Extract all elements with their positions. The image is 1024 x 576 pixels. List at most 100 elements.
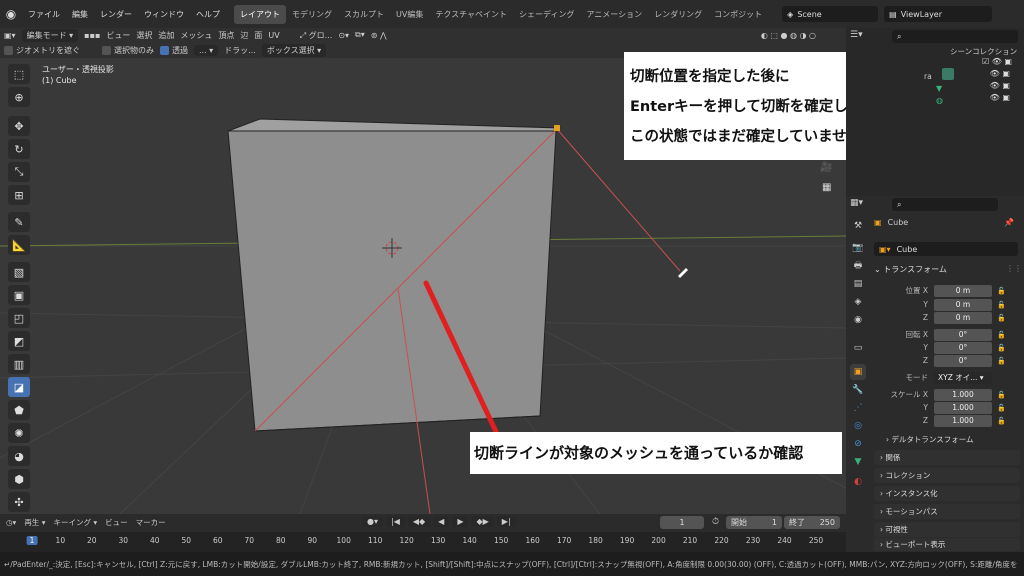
start-frame-field[interactable]: 開始 1 (726, 516, 782, 529)
occlude-geometry-toggle[interactable]: ジオメトリを遮ぐ (4, 45, 80, 56)
view-layer-selector[interactable]: ▤ ViewLayer (884, 6, 993, 22)
workspace-tab-uv[interactable]: UV編集 (390, 5, 429, 24)
output-tab-icon[interactable]: 🖶 (850, 258, 866, 274)
cursor-tool-icon[interactable]: ⊕ (8, 87, 30, 107)
loop-cut-tool-icon[interactable]: ▥ (8, 354, 30, 374)
poly-build-tool-icon[interactable]: ⬟ (8, 400, 30, 420)
scene-selector[interactable]: ◈ Scene (782, 6, 879, 22)
xray-toggle[interactable]: 透過 (160, 45, 188, 56)
panel-instancing[interactable]: › インスタンス化 (874, 486, 1020, 501)
panel-motion-paths[interactable]: › モーションパス (874, 504, 1020, 519)
menu-help[interactable]: ヘルプ (190, 9, 226, 20)
workspace-tab-rendering[interactable]: レンダリング (648, 5, 708, 24)
outliner-search[interactable]: ⌕ (892, 30, 1018, 43)
rotation-z-field[interactable]: 0° (934, 354, 992, 367)
prev-keyframe-button[interactable]: ◀◆ (407, 516, 431, 527)
rotation-mode-dropdown[interactable]: XYZ オイ... ▾ (934, 371, 992, 384)
lock-icon[interactable]: 🔓 (997, 331, 1007, 339)
viewport-menu-edge[interactable]: 辺 (240, 30, 248, 41)
lock-icon[interactable]: 🔓 (997, 417, 1007, 425)
location-y-field[interactable]: 0 m (934, 298, 992, 311)
next-keyframe-button[interactable]: ◆▶ (471, 516, 494, 527)
data-tab-icon[interactable]: ▼ (850, 454, 866, 470)
annotate-tool-icon[interactable]: ✎ (8, 212, 30, 232)
outliner-editor-icon[interactable]: ☰▾ (850, 30, 863, 40)
properties-search[interactable]: ⌕ (892, 198, 998, 211)
jump-end-button[interactable]: ▶| (496, 516, 516, 527)
scale-y-field[interactable]: 1.000 (934, 401, 992, 414)
collection-tab-icon[interactable]: ▭ (850, 340, 866, 356)
workspace-tab-layout[interactable]: レイアウト (234, 4, 286, 24)
rotation-x-field[interactable]: 0° (934, 328, 992, 341)
viewport-menu-mesh[interactable]: メッシュ (180, 30, 212, 41)
play-reverse-button[interactable]: ◀ (433, 516, 450, 527)
viewport-menu-select[interactable]: 選択 (136, 30, 152, 41)
viewport-menu-view[interactable]: ビュー (106, 30, 130, 41)
material-tab-icon[interactable]: ◐ (850, 474, 866, 490)
stopwatch-icon[interactable]: ⏱ (712, 517, 719, 527)
menu-window[interactable]: ウィンドウ (138, 9, 190, 20)
view-layer-tab-icon[interactable]: ▤ (850, 276, 866, 292)
move-tool-icon[interactable]: ✥ (8, 116, 30, 136)
grid-view-icon[interactable]: ▦ (822, 182, 831, 193)
smooth-tool-icon[interactable]: ◕ (8, 446, 30, 466)
menu-file[interactable]: ファイル (22, 9, 66, 20)
rotate-tool-icon[interactable]: ↻ (8, 139, 30, 159)
workspace-tab-sculpt[interactable]: スカルプト (338, 5, 390, 24)
panel-viewport-display[interactable]: › ビューポート表示 (874, 538, 1020, 551)
physics-tab-icon[interactable]: ◎ (850, 418, 866, 434)
selected-only-toggle[interactable]: 選択物のみ (102, 45, 154, 56)
transform-panel-header[interactable]: ⌄ トランスフォーム (874, 264, 947, 275)
jump-start-button[interactable]: |◀ (386, 516, 405, 527)
shrink-tool-icon[interactable]: ✣ (8, 492, 30, 512)
xray-checkbox[interactable] (160, 45, 169, 55)
timeline-menu-playback[interactable]: 再生 ▾ (24, 517, 45, 528)
proportional-icon[interactable]: ⊚ ⋀ (371, 31, 387, 40)
scale-tool-icon[interactable]: ⤡ (8, 162, 30, 182)
record-button[interactable]: ●▾ (362, 516, 383, 527)
lock-icon[interactable]: 🔓 (997, 357, 1007, 365)
select-tool-icon[interactable]: ⬚ (8, 64, 30, 84)
editor-type-icon[interactable]: ▣▾ (4, 31, 16, 40)
scale-z-field[interactable]: 1.000 (934, 414, 992, 427)
occlude-geometry-checkbox[interactable] (4, 45, 13, 55)
modifier-tab-icon[interactable]: 🔧 (850, 382, 866, 398)
measure-tool-icon[interactable]: 📐 (8, 235, 30, 255)
properties-editor-icon[interactable]: ▦▾ (850, 198, 863, 208)
workspace-tab-modeling[interactable]: モデリング (286, 5, 338, 24)
scene-tab-icon[interactable]: ◈ (850, 294, 866, 310)
edge-slide-tool-icon[interactable]: ⬢ (8, 469, 30, 489)
panel-relations[interactable]: › 関係 (874, 450, 1020, 465)
timeline-menu-marker[interactable]: マーカー (136, 517, 166, 528)
particles-tab-icon[interactable]: ⋰ (850, 400, 866, 416)
viewport-menu-face[interactable]: 面 (254, 30, 262, 41)
location-z-field[interactable]: 0 m (934, 311, 992, 324)
transform-tool-icon[interactable]: ⊞ (8, 185, 30, 205)
lock-icon[interactable]: 🔓 (997, 314, 1007, 322)
camera-data-icon[interactable] (942, 68, 954, 80)
delta-transform-subpanel[interactable]: › デルタトランスフォーム (886, 434, 974, 445)
rotation-y-field[interactable]: 0° (934, 341, 992, 354)
panel-visibility[interactable]: › 可視性 (874, 522, 1020, 537)
frame-ruler[interactable]: 1 10 20 30 40 50 60 70 80 90 100 110 120 130 140 150 160… (0, 532, 846, 552)
knife-tool-icon[interactable]: ◪ (8, 377, 30, 397)
mode-selector[interactable]: 編集モード ▾ (21, 28, 79, 42)
shading-icons[interactable]: ◐ ⬚ ● ◍ ◑ ○ (761, 31, 816, 40)
viewport-menu-add[interactable]: 追加 (158, 30, 174, 41)
camera-view-icon[interactable]: 🎥 (820, 162, 832, 173)
box-select-dropdown[interactable]: ボックス選択 ▾ (261, 43, 327, 57)
object-tab-icon[interactable]: ▣ (850, 364, 866, 380)
location-x-field[interactable]: 0 m (934, 284, 992, 297)
world-tab-icon[interactable]: ◉ (850, 312, 866, 328)
bevel-tool-icon[interactable]: ◩ (8, 331, 30, 351)
timeline-editor-icon[interactable]: ◷▾ (6, 518, 16, 527)
menu-render[interactable]: レンダー (94, 9, 138, 20)
lock-icon[interactable]: 🔓 (997, 404, 1007, 412)
workspace-tab-compositing[interactable]: コンポジット (708, 5, 768, 24)
lock-icon[interactable]: 🔓 (997, 287, 1007, 295)
current-frame-field[interactable]: 1 (660, 516, 704, 529)
pivot-icon[interactable]: ⊙▾ (338, 31, 349, 40)
extrude-tool-icon[interactable]: ▣ (8, 285, 30, 305)
constraints-tab-icon[interactable]: ⊘ (850, 436, 866, 452)
end-frame-field[interactable]: 終了 250 (784, 516, 840, 529)
